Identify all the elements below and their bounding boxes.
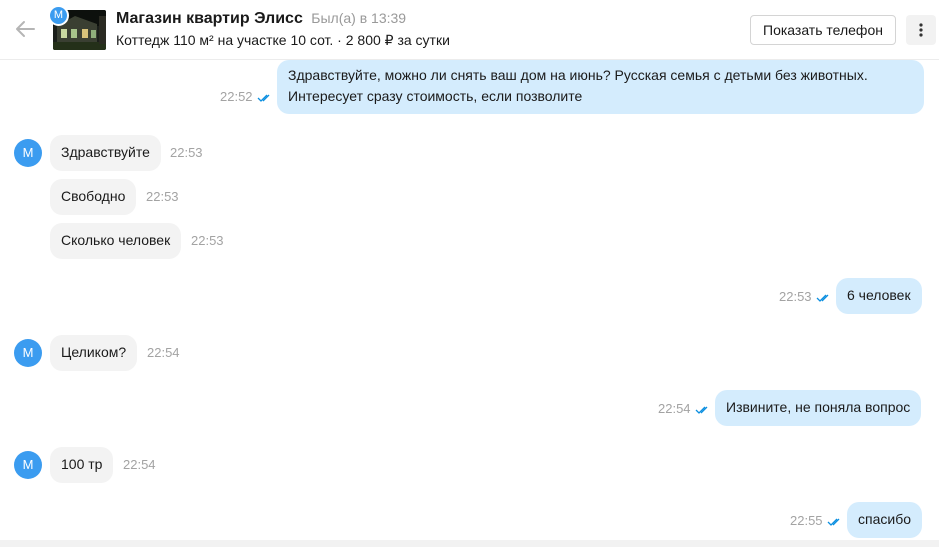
message-text: 6 человек (847, 287, 911, 303)
listing-subtitle[interactable]: Коттедж 110 м² на участке 10 сот. · 2 80… (116, 32, 450, 49)
message-time: 22:53 (779, 289, 812, 304)
message-bubble-incoming[interactable]: Свободно (50, 179, 137, 215)
message-bubble-incoming[interactable]: 100 тр (50, 447, 114, 483)
message-time: 22:53 (146, 189, 179, 204)
message-text: Сколько человек (61, 232, 171, 248)
message-text: Свободно (61, 188, 126, 204)
seller-avatar[interactable]: M (14, 451, 42, 479)
back-button[interactable] (10, 14, 40, 44)
message-text: спасибо (858, 511, 911, 527)
more-options-button[interactable] (906, 15, 936, 45)
read-ticks-icon (816, 294, 829, 302)
message-time: 22:54 (147, 345, 180, 360)
message-time: 22:55 (790, 513, 823, 528)
composer-divider (0, 540, 939, 547)
chat-header: M Магазин квартир Элисс Был(а) в 13:39 К… (0, 0, 939, 60)
message-bubble-outgoing[interactable]: 6 человек (836, 278, 922, 314)
read-ticks-icon (257, 94, 270, 102)
title-row: Магазин квартир Элисс Был(а) в 13:39 (116, 10, 406, 28)
message-time: 22:54 (123, 457, 156, 472)
message-list: 22:52 Здравствуйте, можно ли снять ваш д… (0, 60, 939, 540)
seller-name[interactable]: Магазин квартир Элисс (116, 10, 303, 27)
message-text: Здравствуйте (61, 144, 150, 160)
message-text: Извините, не поняла вопрос (726, 399, 911, 415)
seller-avatar[interactable]: M (14, 339, 42, 367)
arrow-left-icon (16, 21, 35, 37)
message-bubble-outgoing[interactable]: Извините, не поняла вопрос (715, 390, 922, 426)
show-phone-button[interactable]: Показать телефон (750, 15, 896, 45)
message-bubble-incoming[interactable]: Сколько человек (50, 223, 182, 259)
message-bubble-incoming[interactable]: Здравствуйте (50, 135, 161, 171)
dots-vertical-icon (919, 23, 923, 37)
message-time: 22:54 (658, 401, 691, 416)
message-text-line: Здравствуйте, можно ли снять ваш дом на … (288, 67, 868, 83)
message-bubble-outgoing[interactable]: Здравствуйте, можно ли снять ваш дом на … (277, 60, 924, 114)
message-bubble-incoming[interactable]: Целиком? (50, 335, 138, 371)
seller-avatar[interactable]: M (14, 139, 42, 167)
last-seen-status: Был(а) в 13:39 (311, 10, 407, 26)
read-ticks-icon (827, 518, 840, 526)
message-time: 22:53 (191, 233, 224, 248)
message-time: 22:53 (170, 145, 203, 160)
seller-avatar: M (48, 5, 69, 26)
message-text-line: Интересует сразу стоимость, если позволи… (288, 88, 583, 104)
read-ticks-icon (695, 406, 708, 414)
message-bubble-outgoing[interactable]: спасибо (847, 502, 922, 538)
message-text: Целиком? (61, 344, 127, 360)
message-time: 22:52 (220, 89, 253, 104)
message-text: 100 тр (61, 456, 103, 472)
